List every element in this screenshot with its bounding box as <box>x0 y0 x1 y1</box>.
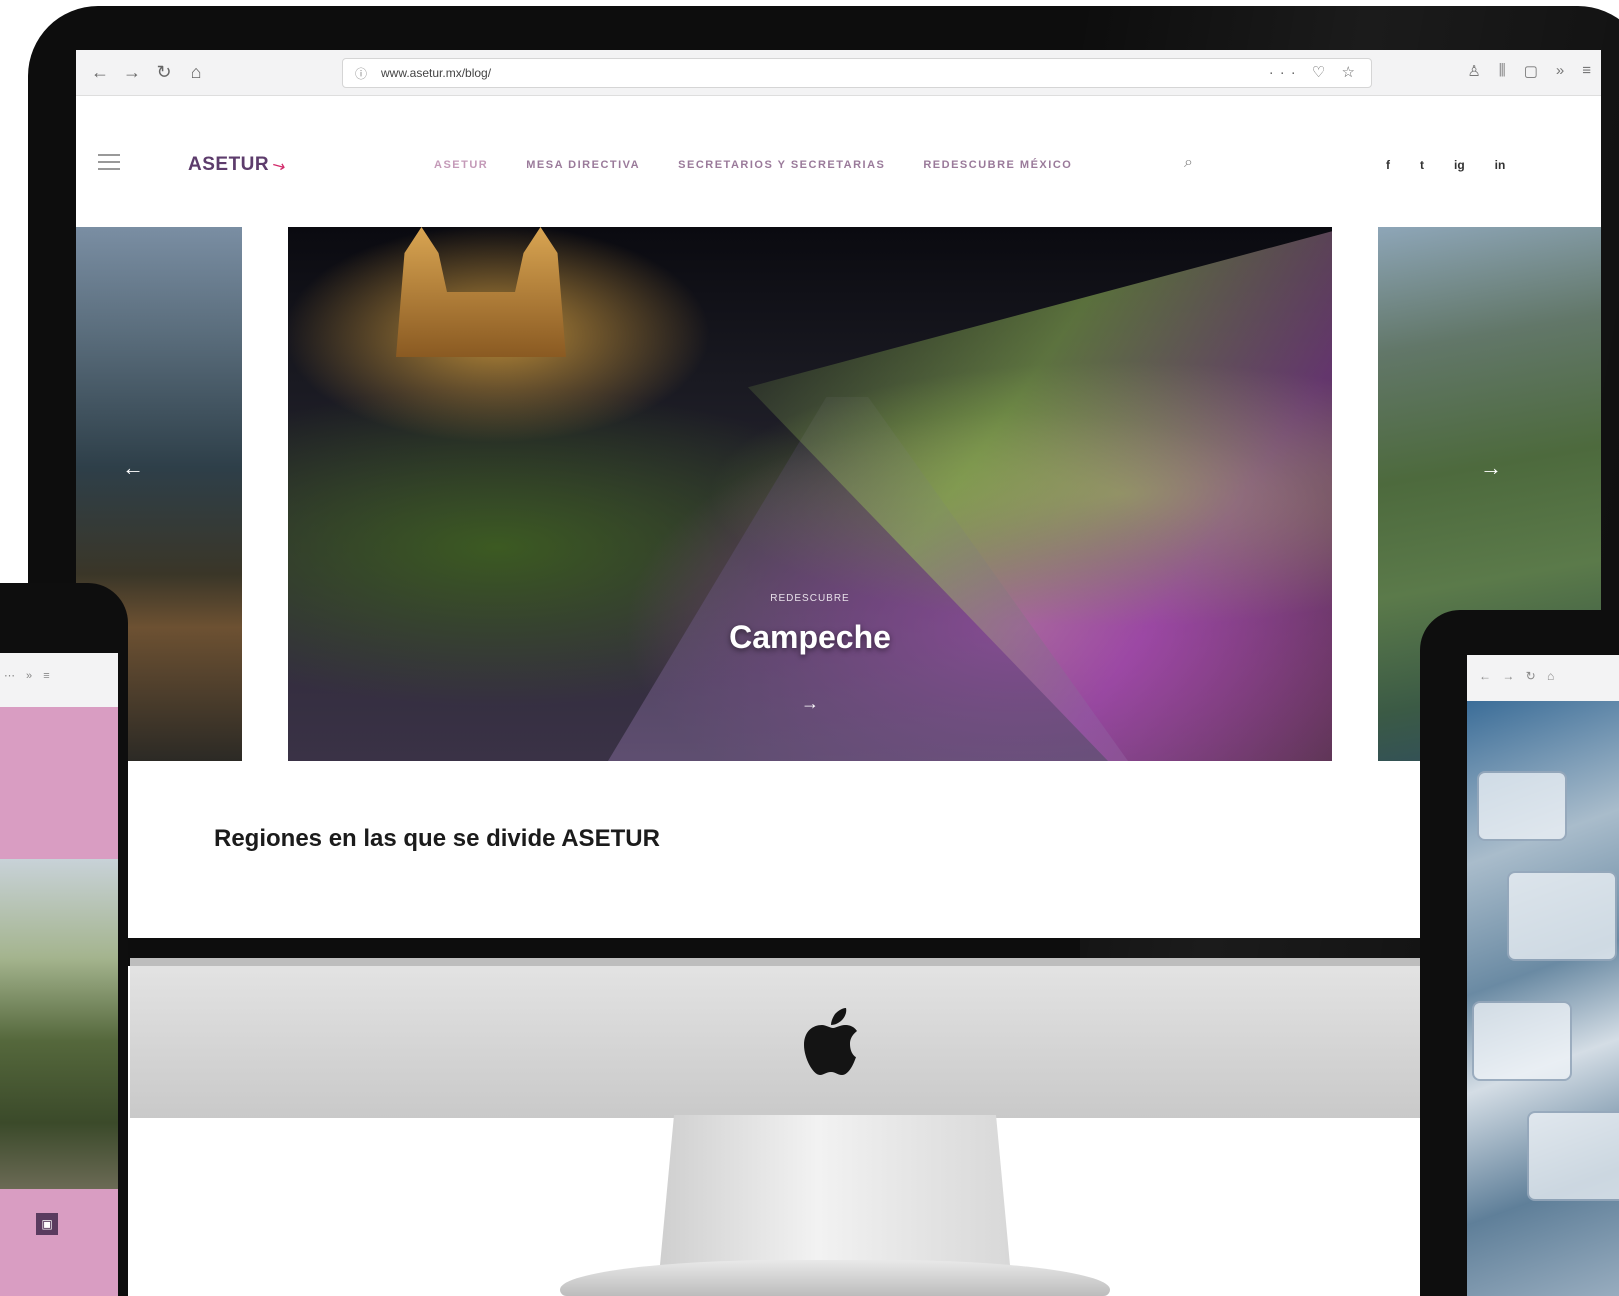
imac-screen: ← → ↻ ⌂ ⓘ www.asetur.mx/blog/ ··· ♡ ☆ ♙ … <box>76 50 1601 938</box>
slider-next-arrow-icon[interactable]: → <box>1480 455 1502 481</box>
address-bar[interactable]: ⓘ www.asetur.mx/blog/ ··· ♡ ☆ <box>342 58 1372 88</box>
tablet-left-photo <box>0 859 118 1189</box>
reload-icon[interactable]: ↻ <box>154 62 174 83</box>
page-actions[interactable]: ··· ♡ ☆ <box>1269 63 1361 81</box>
logo-swoosh-icon: ↘ <box>268 155 290 178</box>
slide-campeche[interactable]: REDESCUBRE Campeche → <box>288 227 1332 761</box>
facebook-icon[interactable]: f <box>1386 158 1390 172</box>
forward-arrow-icon[interactable]: → <box>122 62 142 83</box>
keyboard-key <box>1527 1111 1619 1201</box>
profile-icon[interactable]: ♙ <box>1467 62 1480 80</box>
site-logo[interactable]: ASETUR <box>188 154 269 176</box>
url-text[interactable]: www.asetur.mx/blog/ <box>381 66 491 80</box>
sidebar-icon[interactable]: ▢ <box>1524 62 1538 80</box>
menu-icon[interactable]: ≡ <box>1582 62 1591 80</box>
tablet-right-keyboard-photo <box>1467 701 1619 1296</box>
linkedin-icon[interactable]: in <box>1495 158 1506 172</box>
menu-item-asetur[interactable]: ASETUR <box>434 159 488 171</box>
menu-item-secretarios[interactable]: SECRETARIOS Y SECRETARIAS <box>678 159 885 171</box>
slide-kicker: REDESCUBRE <box>770 593 850 604</box>
social-links: f t ig in <box>1386 158 1505 172</box>
imac-stand <box>660 1115 1010 1265</box>
twitter-icon[interactable]: t <box>1420 158 1424 172</box>
browser-tool-icons: ♙ ⫼ ▢ » ≡ <box>1467 62 1591 80</box>
site-header: ASETUR ↘ ASETUR MESA DIRECTIVA SECRETARI… <box>76 96 1601 226</box>
apple-logo-icon <box>804 1008 857 1075</box>
tablet-left-pink-panel <box>0 707 118 859</box>
slider-prev-arrow-icon[interactable]: ← <box>122 455 144 481</box>
browser-toolbar: ← → ↻ ⌂ ⓘ www.asetur.mx/blog/ ··· ♡ ☆ ♙ … <box>76 50 1601 96</box>
extension-icon[interactable]: » <box>1556 62 1564 80</box>
tablet-left-screen: ⋯ » ≡ ▣ <box>0 653 118 1296</box>
slide-title[interactable]: Campeche <box>288 619 1332 656</box>
tablet-left-browser-bar: ⋯ » ≡ <box>0 653 118 707</box>
tablet-left-footer: ▣ <box>0 1189 118 1296</box>
back-arrow-icon[interactable]: ← <box>90 62 110 83</box>
keyboard-key <box>1507 871 1617 961</box>
slide-link-arrow-icon[interactable]: → <box>288 693 1332 714</box>
main-menu: ASETUR MESA DIRECTIVA SECRETARIOS Y SECR… <box>434 159 1072 171</box>
cathedral-shape <box>396 227 566 357</box>
imac-chin-edge <box>130 958 1470 966</box>
browser-nav-buttons: ← → ↻ ⌂ <box>90 62 206 83</box>
info-icon[interactable]: ⓘ <box>355 65 367 82</box>
imac-stand-foot <box>560 1260 1110 1296</box>
regions-heading: Regiones en las que se divide ASETUR <box>214 825 660 852</box>
instagram-icon[interactable]: ig <box>1454 158 1465 172</box>
hamburger-menu-icon[interactable] <box>98 154 120 175</box>
search-icon[interactable]: ⌕ <box>1184 154 1193 172</box>
menu-item-mesa-directiva[interactable]: MESA DIRECTIVA <box>526 159 640 171</box>
home-icon[interactable]: ⌂ <box>186 62 206 83</box>
tablet-left-toolbar-icons: ⋯ » ≡ <box>4 670 54 682</box>
keyboard-key <box>1477 771 1567 841</box>
tablet-left-button-icon[interactable]: ▣ <box>36 1213 58 1235</box>
device-mockup-scene: ← → ↻ ⌂ ⓘ www.asetur.mx/blog/ ··· ♡ ☆ ♙ … <box>0 0 1619 1296</box>
tablet-right-screen: ← → ↻ ⌂ <box>1467 655 1619 1296</box>
library-icon[interactable]: ⫼ <box>1499 62 1506 80</box>
tablet-right-browser-bar: ← → ↻ ⌂ <box>1467 655 1619 701</box>
tablet-right-nav-icons: ← → ↻ ⌂ <box>1479 669 1559 683</box>
keyboard-key <box>1472 1001 1572 1081</box>
menu-item-redescubre[interactable]: REDESCUBRE MÉXICO <box>923 159 1072 171</box>
